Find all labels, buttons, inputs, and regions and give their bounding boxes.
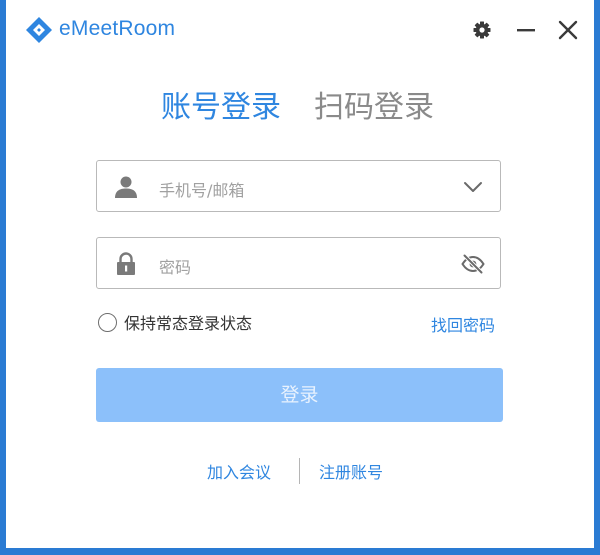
gear-icon	[473, 21, 491, 39]
account-placeholder: 手机号/邮箱	[159, 181, 245, 200]
chevron-down-icon[interactable]	[460, 174, 486, 200]
remember-login-option[interactable]: 保持常态登录状态	[98, 310, 252, 334]
tab-qr-login[interactable]: 扫码登录	[314, 82, 434, 126]
user-icon	[115, 176, 137, 198]
close-icon	[558, 20, 578, 40]
footer-links: 加入会议 注册账号	[6, 458, 594, 484]
app-title: eMeetRoom	[59, 17, 176, 40]
password-field[interactable]: 密码	[96, 237, 501, 289]
login-window: eMeetRoom 账号登录 扫码登录 手机号/邮箱 密码 保持常态登录状态 找…	[6, 0, 594, 548]
login-button[interactable]: 登录	[96, 368, 503, 422]
account-field[interactable]: 手机号/邮箱	[96, 160, 501, 212]
footer-divider	[299, 458, 300, 484]
remember-label: 保持常态登录状态	[124, 314, 253, 333]
register-account-link[interactable]: 注册账号	[319, 459, 383, 483]
forgot-password-link[interactable]: 找回密码	[431, 312, 495, 336]
settings-button[interactable]	[469, 17, 495, 43]
emeetroom-logo-icon	[26, 17, 52, 43]
password-placeholder: 密码	[159, 258, 192, 277]
remember-radio[interactable]	[98, 312, 117, 332]
minimize-icon	[517, 29, 535, 32]
join-meeting-link[interactable]: 加入会议	[207, 459, 271, 483]
title-bar: eMeetRoom	[6, 0, 594, 62]
eye-off-icon[interactable]	[460, 251, 486, 277]
tab-account-login[interactable]: 账号登录	[161, 82, 281, 126]
login-tabs: 账号登录 扫码登录	[6, 82, 594, 132]
close-button[interactable]	[555, 17, 581, 43]
lock-icon	[117, 252, 135, 275]
minimize-button[interactable]	[513, 17, 539, 43]
